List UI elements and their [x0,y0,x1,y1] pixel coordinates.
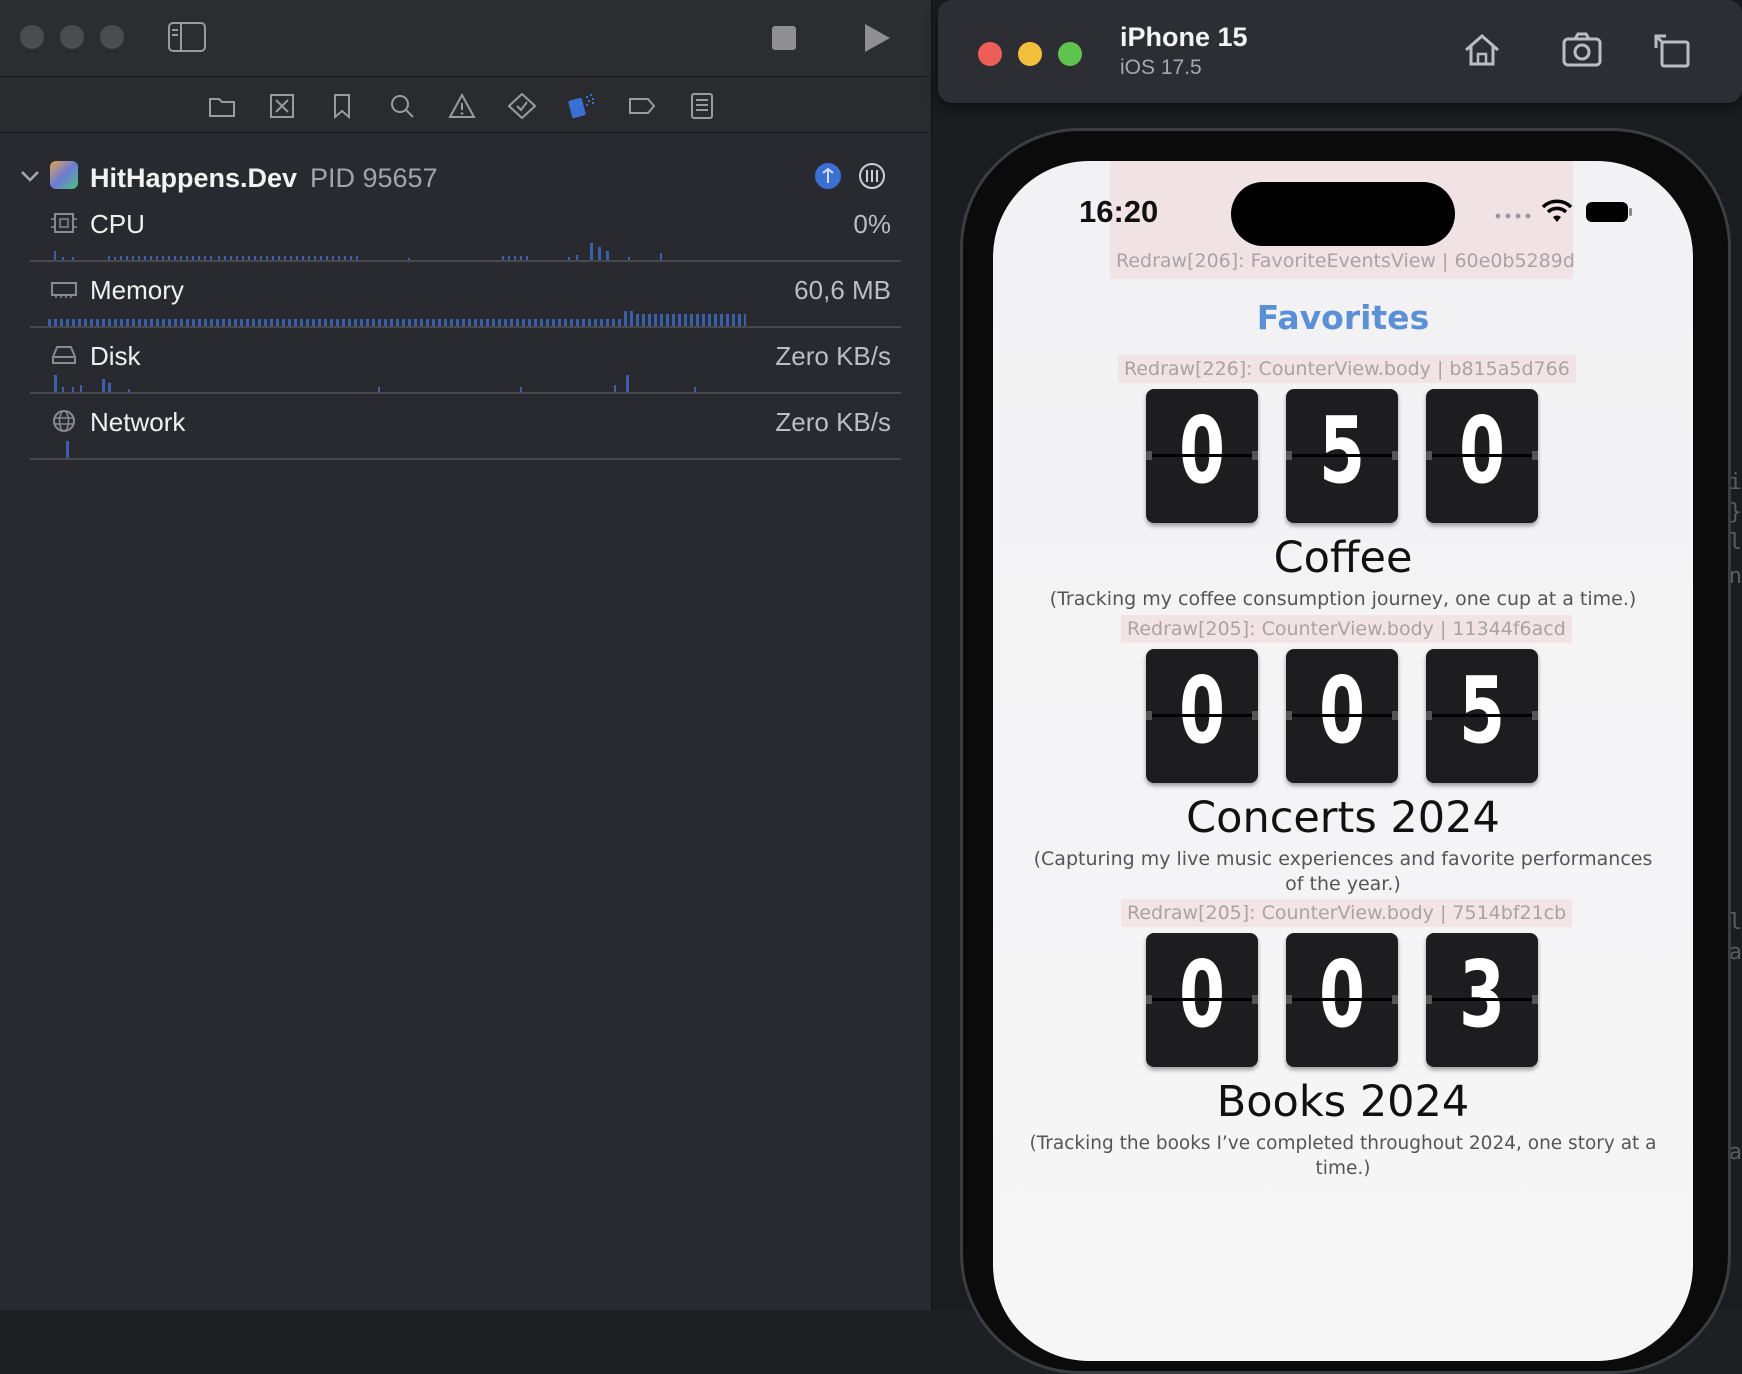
disk-sparkline [54,375,696,393]
simulator-titlebar [938,0,1742,103]
flip-digit: 0 [1146,389,1258,523]
flip-digit: 0 [1286,649,1398,783]
process-name: HitHappens.Dev [90,163,298,193]
rotate-device-icon[interactable] [1650,28,1694,72]
disclosure-chevron-icon[interactable] [20,169,40,183]
memory-icon [51,282,77,298]
breakpoint-icon[interactable] [628,93,656,119]
memory-sparkline [48,311,746,327]
gauge-value: Zero KB/s [775,407,891,437]
window-zoom-button[interactable] [100,25,124,49]
flip-digit: 0 [1146,933,1258,1067]
counter-title: Books 2024 [1216,1077,1470,1127]
flip-digit: 3 [1426,933,1538,1067]
simulator-device-name: iPhone 15 [1120,22,1248,52]
gauge-divider [30,260,901,262]
warning-icon[interactable] [448,93,476,119]
gauge-value: 0% [853,209,891,239]
window-close-button[interactable] [20,25,44,49]
counter-description: (Tracking my coffee consumption journey,… [1049,588,1637,610]
wifi-icon [1541,199,1573,222]
gauge-divider [30,458,901,460]
gauge-divider [30,392,901,394]
home-icon[interactable] [1460,28,1504,72]
gauge-network[interactable]: Network Zero KB/s [0,403,931,469]
flip-digit: 0 [1286,933,1398,1067]
cpu-sparkline [54,243,662,261]
cellular-signal-icon [1495,213,1531,219]
test-diamond-icon[interactable] [508,93,536,119]
flip-digit: 5 [1286,389,1398,523]
app-icon [50,161,78,189]
simulator-zoom-button[interactable] [1058,42,1082,66]
dynamic-island [1231,182,1455,246]
process-pid: PID 95657 [310,163,438,193]
cpu-icon [51,213,77,233]
gauge-disk[interactable]: Disk Zero KB/s [0,337,931,403]
redraw-debug-label: Redraw[206]: FavoriteEventsView | 60e0b5… [1116,250,1575,272]
flip-digit: 0 [1426,389,1538,523]
disk-icon [52,346,76,364]
stop-button[interactable] [772,26,796,50]
battery-icon [1586,202,1632,222]
report-icon[interactable] [688,93,716,119]
network-icon [53,410,75,432]
flip-digit: 0 [1146,649,1258,783]
gauge-cpu[interactable]: CPU 0% [0,205,931,271]
folder-icon[interactable] [208,93,236,119]
flip-counter[interactable]: 0 0 5 [1146,649,1542,785]
flip-counter[interactable]: 0 0 3 [1146,933,1542,1069]
counter-title: Coffee [1273,533,1413,583]
search-icon[interactable] [388,93,416,119]
debug-navigator-icon[interactable] [568,93,596,119]
process-row[interactable]: HitHappens.Dev PID 95657 [0,155,931,195]
bookmark-icon[interactable] [328,93,356,119]
simulator-close-button[interactable] [978,42,1002,66]
gauge-memory[interactable]: Memory 60,6 MB [0,271,931,337]
sidebar-toggle-icon[interactable] [168,22,206,52]
redraw-debug-label: Redraw[205]: CounterView.body | 11344f6a… [1121,615,1572,643]
status-time: 16:20 [1079,194,1159,229]
flip-counter[interactable]: 0 5 0 [1146,389,1542,525]
run-button[interactable] [862,22,892,54]
simulator-minimize-button[interactable] [1018,42,1042,66]
flip-digit: 5 [1426,649,1538,783]
iphone-screen: 16:20 Redraw[206]: FavoriteEventsView | … [993,161,1693,1361]
memory-graph-icon[interactable] [814,162,842,190]
page-title: Favorites [1256,298,1430,337]
redraw-debug-label: Redraw[205]: CounterView.body | 7514bf21… [1121,899,1573,927]
gauge-divider [30,326,901,328]
gauge-value: Zero KB/s [775,341,891,371]
xcode-debug-navigator: HitHappens.Dev PID 95657 CPU 0% Memory 6… [0,0,932,1310]
counter-title: Concerts 2024 [1186,793,1500,843]
window-minimize-button[interactable] [60,25,84,49]
counter-description: (Capturing my live music experiences and… [1033,848,1653,895]
screenshot-camera-icon[interactable] [1560,28,1604,72]
gauge-value: 60,6 MB [794,275,891,305]
simulator-os-version: iOS 17.5 [1120,56,1202,79]
source-control-icon[interactable] [268,93,296,119]
xcode-titlebar [0,0,931,77]
navigator-selector-bar [0,77,931,133]
redraw-debug-label: Redraw[226]: CounterView.body | b815a5d7… [1118,355,1576,383]
network-sparkline [66,441,69,459]
view-hierarchy-icon[interactable] [858,162,886,190]
counter-description: (Tracking the books I’ve completed throu… [1029,1133,1657,1179]
